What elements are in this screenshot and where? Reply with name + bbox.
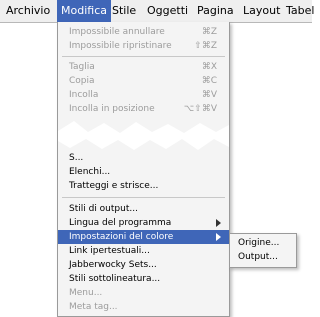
menu-item-link-ipertestuali[interactable]: Link ipertestuali...: [58, 244, 229, 258]
menubar-item-layout[interactable]: Layout: [243, 0, 280, 22]
menu-item-shortcut: ⌥⇧⌘V: [183, 104, 217, 114]
menu-item-paste-in-place[interactable]: Incolla in posizione ⌥⇧⌘V: [58, 102, 229, 116]
menubar-item-pagina[interactable]: Pagina: [197, 0, 234, 22]
menu-item-label: Menu...: [69, 288, 103, 298]
menu-item-shortcut: ⌘C: [201, 76, 217, 86]
menu-item-undo[interactable]: Impossibile annullare ⌘Z: [58, 25, 229, 39]
menu-item-stili-sottolineatura[interactable]: Stili sottolineatura...: [58, 272, 229, 286]
menubar-item-archivio[interactable]: Archivio: [6, 0, 50, 22]
submenu-item-label: Output...: [238, 252, 278, 262]
menu-item-label: Stili sottolineatura...: [69, 274, 161, 284]
modifica-dropdown-menu: Impossibile annullare ⌘Z Impossibile rip…: [57, 22, 230, 317]
menu-item-lingua-del-programma[interactable]: Lingua del programma: [58, 216, 229, 230]
menu-item-shortcut: ⌘V: [201, 90, 217, 100]
menubar-item-tabel[interactable]: Tabel: [286, 0, 314, 22]
menu-item-label: Elenchi...: [69, 167, 111, 177]
menu-item-label: Lingua del programma: [69, 218, 172, 228]
menu-item-label: Tratteggi e strisce...: [69, 181, 159, 191]
menu-item-label: Taglia: [69, 62, 95, 72]
menu-item-redo[interactable]: Impossibile ripristinare ⇧⌘Z: [58, 39, 229, 53]
menu-item-elenchi[interactable]: Elenchi...: [58, 165, 229, 179]
menu-separator: [62, 56, 225, 57]
menu-item-shortcut: ⌘X: [201, 62, 217, 72]
menu-item-label: Impossibile ripristinare: [69, 41, 172, 51]
menu-separator: [62, 197, 225, 198]
menu-item-cut[interactable]: Taglia ⌘X: [58, 60, 229, 74]
menu-item-label: Meta tag...: [69, 302, 118, 312]
menu-item-label: Impossibile annullare: [69, 27, 165, 37]
menubar-item-stile[interactable]: Stile: [112, 0, 136, 22]
menu-item-shortcut: ⇧⌘Z: [194, 41, 217, 51]
menu-item-tratteggi-e-strisce[interactable]: Tratteggi e strisce...: [58, 179, 229, 193]
menu-item-menu[interactable]: Menu...: [58, 286, 229, 300]
submenu-item-label: Origine...: [238, 238, 280, 248]
menu-item-label: Incolla in posizione: [69, 104, 155, 114]
menubar-item-modifica[interactable]: Modifica: [57, 0, 111, 22]
menu-item-label: Stili di output...: [69, 204, 138, 214]
menu-item-stili-di-output[interactable]: Stili di output...: [58, 202, 229, 216]
menu-item-paste[interactable]: Incolla ⌘V: [58, 88, 229, 102]
menu-item-shortcut: ⌘Z: [201, 27, 217, 37]
menu-item-label: Link ipertestuali...: [69, 246, 150, 256]
menu-bar: Archivio Modifica Stile Oggetti Pagina L…: [0, 0, 314, 23]
menu-item-label: Impostazioni del colore: [69, 232, 174, 242]
submenu-arrow-icon: [216, 219, 221, 227]
menubar-item-oggetti[interactable]: Oggetti: [147, 0, 188, 22]
menu-item-meta-tag[interactable]: Meta tag...: [58, 300, 229, 314]
menu-item-s[interactable]: S...: [58, 151, 229, 165]
menu-item-label: Incolla: [69, 90, 99, 100]
menu-item-label: Copia: [69, 76, 95, 86]
submenu-item-output[interactable]: Output...: [230, 250, 296, 264]
menu-item-jabberwocky-sets[interactable]: Jabberwocky Sets...: [58, 258, 229, 272]
menu-item-impostazioni-del-colore[interactable]: Impostazioni del colore: [58, 230, 229, 244]
menu-item-copy[interactable]: Copia ⌘C: [58, 74, 229, 88]
submenu-item-origine[interactable]: Origine...: [230, 236, 296, 250]
submenu-arrow-icon: [216, 233, 221, 241]
impostazioni-del-colore-submenu: Origine... Output...: [229, 233, 297, 268]
menu-item-label: Jabberwocky Sets...: [69, 260, 157, 270]
menu-item-label: S...: [69, 153, 84, 163]
